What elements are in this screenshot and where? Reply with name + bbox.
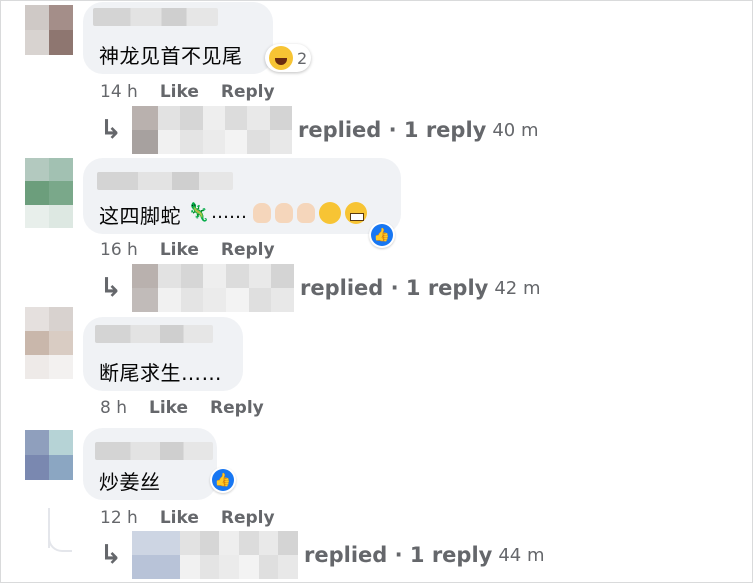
reply-time: 40 m <box>492 119 539 141</box>
reply-avatar <box>132 106 158 154</box>
grinning-sweat-emoji-icon <box>319 202 341 224</box>
reply-button[interactable]: Reply <box>221 82 275 102</box>
author-name[interactable] <box>95 442 213 460</box>
view-replies-link[interactable]: ↳ replied · 1 reply 44 m <box>100 531 545 579</box>
comment-actions: 12 h Like Reply <box>100 508 275 528</box>
comment-actions: 14 h Like Reply <box>100 82 275 102</box>
avatar[interactable] <box>25 307 73 379</box>
comment-text: 这四脚蛇 <box>99 200 181 229</box>
comment-text: 神龙见首不见尾 <box>99 44 243 68</box>
hand-emoji-icon <box>253 203 271 223</box>
reply-author-name <box>158 264 294 312</box>
reply-arrow-icon: ↳ <box>100 273 122 303</box>
avatar[interactable] <box>25 430 73 480</box>
comment-time[interactable]: 16 h <box>100 240 138 260</box>
comment-bubble: 断尾求生…… <box>83 317 243 391</box>
replies-summary: replied · 1 reply <box>300 276 489 300</box>
comment-time[interactable]: 8 h <box>100 398 127 418</box>
reaction-summary[interactable]: 2 <box>265 44 312 72</box>
comment-actions: 16 h Like Reply <box>100 240 275 260</box>
author-name[interactable] <box>95 325 213 343</box>
like-button[interactable]: Like <box>160 82 199 102</box>
comment-text-main: 这四脚蛇 <box>99 204 181 228</box>
replies-summary: replied · 1 reply <box>298 118 487 142</box>
reply-button[interactable]: Reply <box>210 398 264 418</box>
laughing-emoji-icon <box>269 46 293 70</box>
lizard-emoji-icon: 🦎 <box>187 202 210 223</box>
avatar[interactable] <box>25 158 73 228</box>
like-button[interactable]: Like <box>160 240 199 260</box>
emoji-strip <box>253 202 367 224</box>
view-replies-link[interactable]: ↳ replied · 1 reply 40 m <box>100 106 539 154</box>
reply-time: 42 m <box>494 277 541 299</box>
comment-time[interactable]: 14 h <box>100 82 138 102</box>
avatar[interactable] <box>25 5 73 55</box>
comment-bubble: 神龙见首不见尾 <box>83 2 273 74</box>
comment-bubble: 这四脚蛇 🦎 …… <box>83 158 401 234</box>
comment-text: 炒姜丝 <box>99 470 161 494</box>
like-button[interactable]: Like <box>149 398 188 418</box>
comment-time[interactable]: 12 h <box>100 508 138 528</box>
hand-emoji-icon <box>275 203 293 223</box>
grimacing-emoji-icon <box>345 202 367 224</box>
reply-button[interactable]: Reply <box>221 508 275 528</box>
author-name[interactable] <box>97 172 233 190</box>
hand-emoji-icon <box>297 203 315 223</box>
replies-summary: replied · 1 reply <box>304 543 493 567</box>
comment-text: 断尾求生…… <box>99 361 222 385</box>
author-name[interactable] <box>93 8 218 26</box>
reply-author-name <box>158 106 292 154</box>
reply-avatar <box>132 531 180 579</box>
reply-avatar <box>132 264 158 312</box>
reply-time: 44 m <box>498 544 545 566</box>
reply-button[interactable]: Reply <box>221 240 275 260</box>
like-thumb-icon[interactable]: 👍 <box>210 467 236 493</box>
comment-actions: 8 h Like Reply <box>100 398 264 418</box>
reply-arrow-icon: ↳ <box>100 540 122 570</box>
reply-author-name <box>180 531 298 579</box>
like-button[interactable]: Like <box>160 508 199 528</box>
comment-bubble: 炒姜丝 <box>83 428 217 500</box>
reaction-count: 2 <box>297 48 308 68</box>
view-replies-link[interactable]: ↳ replied · 1 reply 42 m <box>100 264 541 312</box>
comment-ellipsis: …… <box>211 202 247 223</box>
like-thumb-icon[interactable]: 👍 <box>369 222 395 248</box>
reply-arrow-icon: ↳ <box>100 115 122 145</box>
